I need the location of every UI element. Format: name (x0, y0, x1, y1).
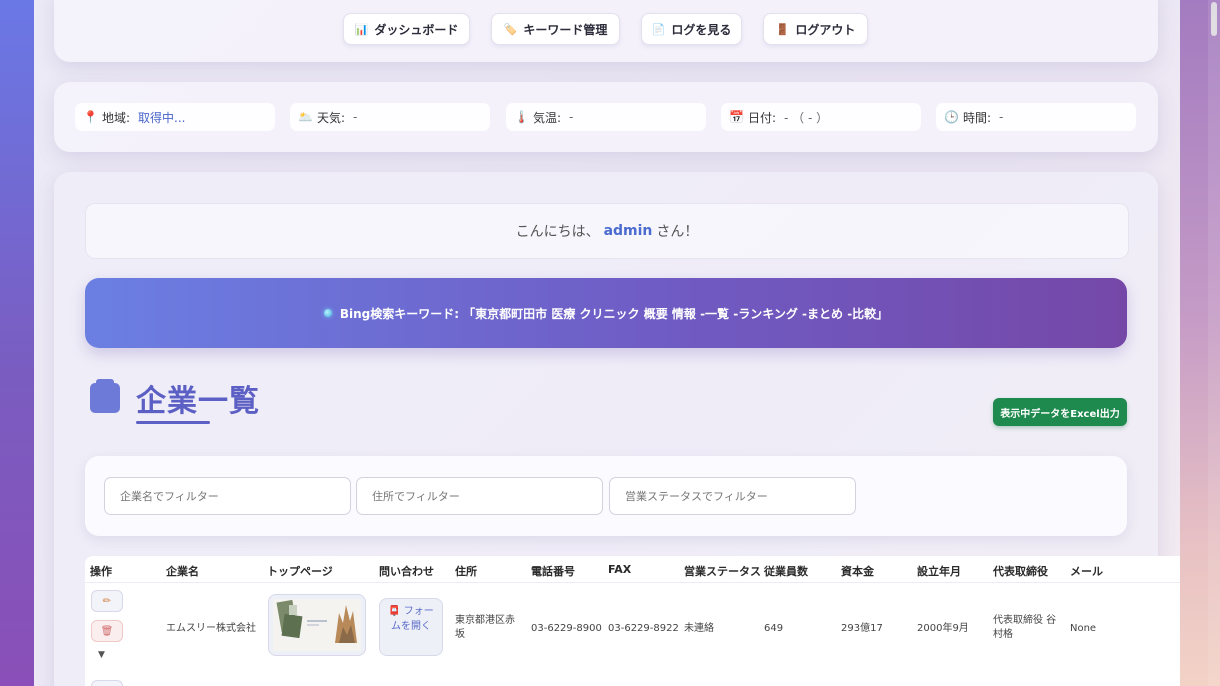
header-divider (85, 582, 1180, 583)
edit-button[interactable]: ✏ (91, 590, 123, 612)
open-form-button[interactable]: 📮 フォームを開く (379, 598, 443, 656)
header-status: 営業ステータス (684, 565, 761, 578)
keyword-management-button[interactable]: 🏷️ キーワード管理 (491, 13, 620, 45)
folder-icon (90, 379, 120, 413)
header-email: メール (1070, 565, 1103, 578)
status-filter-input[interactable] (609, 477, 856, 515)
founded-cell: 2000年9月 (917, 623, 969, 634)
status-dot-icon (323, 309, 332, 317)
greeting-suffix: さん！ (656, 224, 699, 240)
company-table: 操作 企業名 トップページ 問い合わせ 住所 電話番号 FAX 営業ステータス … (85, 556, 1180, 686)
header-founded: 設立年月 (917, 565, 961, 578)
temperature-label: 気温: (532, 110, 561, 125)
tag-icon: 🏷️ (503, 22, 518, 36)
greeting-box: こんにちは、 admin さん！ (85, 203, 1129, 259)
weather-info: 🌥️ 天気: - (290, 103, 490, 131)
door-icon: 🚪 (775, 22, 790, 36)
date-info: 📅 日付: - （ - ） (721, 103, 921, 131)
info-bar: 📍 地域: 取得中... 🌥️ 天気: - 🌡️ 気温: - 📅 日付: - （… (54, 82, 1158, 152)
page-title: 企業一覧 (136, 384, 260, 419)
company-name: エムスリー株式会社 (166, 623, 256, 634)
clock-icon: 🕒 (944, 110, 959, 124)
view-logs-button[interactable]: 📄 ログを見る (641, 13, 742, 45)
time-value: - (999, 110, 1004, 124)
date-value: - （ - ） (784, 110, 829, 125)
keyword-text: Bing検索キーワード: 「東京都町田市 医療 クリニック 概要 情報 -一覧 … (339, 306, 889, 321)
header-actions: 操作 (90, 565, 112, 578)
email-cell: None (1070, 623, 1097, 634)
weather-value: - (353, 110, 358, 124)
header-address: 住所 (455, 565, 477, 578)
thermometer-icon: 🌡️ (514, 110, 529, 124)
capital-cell: 293億17 (841, 623, 883, 634)
pencil-icon: ✏ (102, 595, 112, 607)
status-cell: 未連絡 (684, 623, 714, 634)
main-content: こんにちは、 admin さん！ Bing検索キーワード: 「東京都町田市 医療… (54, 172, 1180, 686)
header-capital: 資本金 (841, 565, 874, 578)
delete-button[interactable]: 🗑 (91, 620, 123, 642)
edit-button-next-row[interactable] (91, 680, 123, 686)
website-thumbnail-image (273, 599, 361, 651)
employees-cell: 649 (764, 623, 784, 634)
ceo-cell: 代表取締役 谷村格 (993, 615, 1057, 640)
calendar-icon: 📅 (729, 110, 744, 124)
logout-label: ログアウト (795, 22, 856, 37)
header-phone: 電話番号 (531, 565, 575, 578)
scrollbar-thumb[interactable] (1211, 2, 1217, 36)
dashboard-button[interactable]: 📊 ダッシュボード (343, 13, 470, 45)
temperature-info: 🌡️ 気温: - (506, 103, 706, 131)
header-fax: FAX (608, 563, 632, 576)
expand-toggle[interactable]: ▼ (98, 650, 105, 660)
phone-cell: 03-6229-8900 (531, 623, 602, 634)
temperature-value: - (569, 110, 574, 124)
page-container: 📊 ダッシュボード 🏷️ キーワード管理 📄 ログを見る 🚪 ログアウト 📍 地… (34, 0, 1180, 686)
header-employees: 従業員数 (764, 565, 808, 578)
header-company: 企業名 (166, 565, 199, 578)
keyword-banner: Bing検索キーワード: 「東京都町田市 医療 クリニック 概要 情報 -一覧 … (85, 278, 1127, 348)
logout-button[interactable]: 🚪 ログアウト (763, 13, 868, 45)
company-filter-input[interactable] (104, 477, 351, 515)
time-label: 時間: (962, 110, 991, 125)
cloud-icon: 🌥️ (298, 110, 313, 124)
time-info: 🕒 時間: - (936, 103, 1136, 131)
dashboard-label: ダッシュボード (374, 22, 459, 37)
region-label: 地域: (101, 110, 130, 125)
date-label: 日付: (747, 110, 776, 125)
greeting-prefix: こんにちは、 (515, 224, 600, 240)
top-nav: 📊 ダッシュボード 🏷️ キーワード管理 📄 ログを見る 🚪 ログアウト (54, 0, 1158, 62)
weather-label: 天気: (316, 110, 345, 125)
region-value: 取得中... (138, 110, 186, 125)
view-logs-label: ログを見る (671, 22, 732, 37)
chart-icon: 📊 (354, 22, 369, 36)
toppage-thumbnail[interactable] (268, 594, 366, 656)
address-filter-input[interactable] (356, 477, 603, 515)
keyword-management-label: キーワード管理 (523, 22, 608, 37)
trash-icon: 🗑 (100, 625, 114, 637)
address-cell: 東京都港区赤坂 (455, 615, 515, 640)
header-ceo: 代表取締役 (993, 565, 1048, 578)
header-toppage: トップページ (267, 565, 333, 578)
document-icon: 📄 (651, 22, 666, 36)
fax-cell: 03-6229-8922 (608, 623, 679, 634)
header-contact: 問い合わせ (379, 565, 434, 578)
filter-panel (85, 456, 1127, 536)
excel-export-button[interactable]: 表示中データをExcel出力 (993, 398, 1127, 426)
title-underline (136, 421, 210, 424)
region-info: 📍 地域: 取得中... (75, 103, 275, 131)
scrollbar[interactable] (1208, 0, 1220, 686)
username: admin (603, 223, 653, 239)
pin-icon: 📍 (83, 110, 98, 124)
